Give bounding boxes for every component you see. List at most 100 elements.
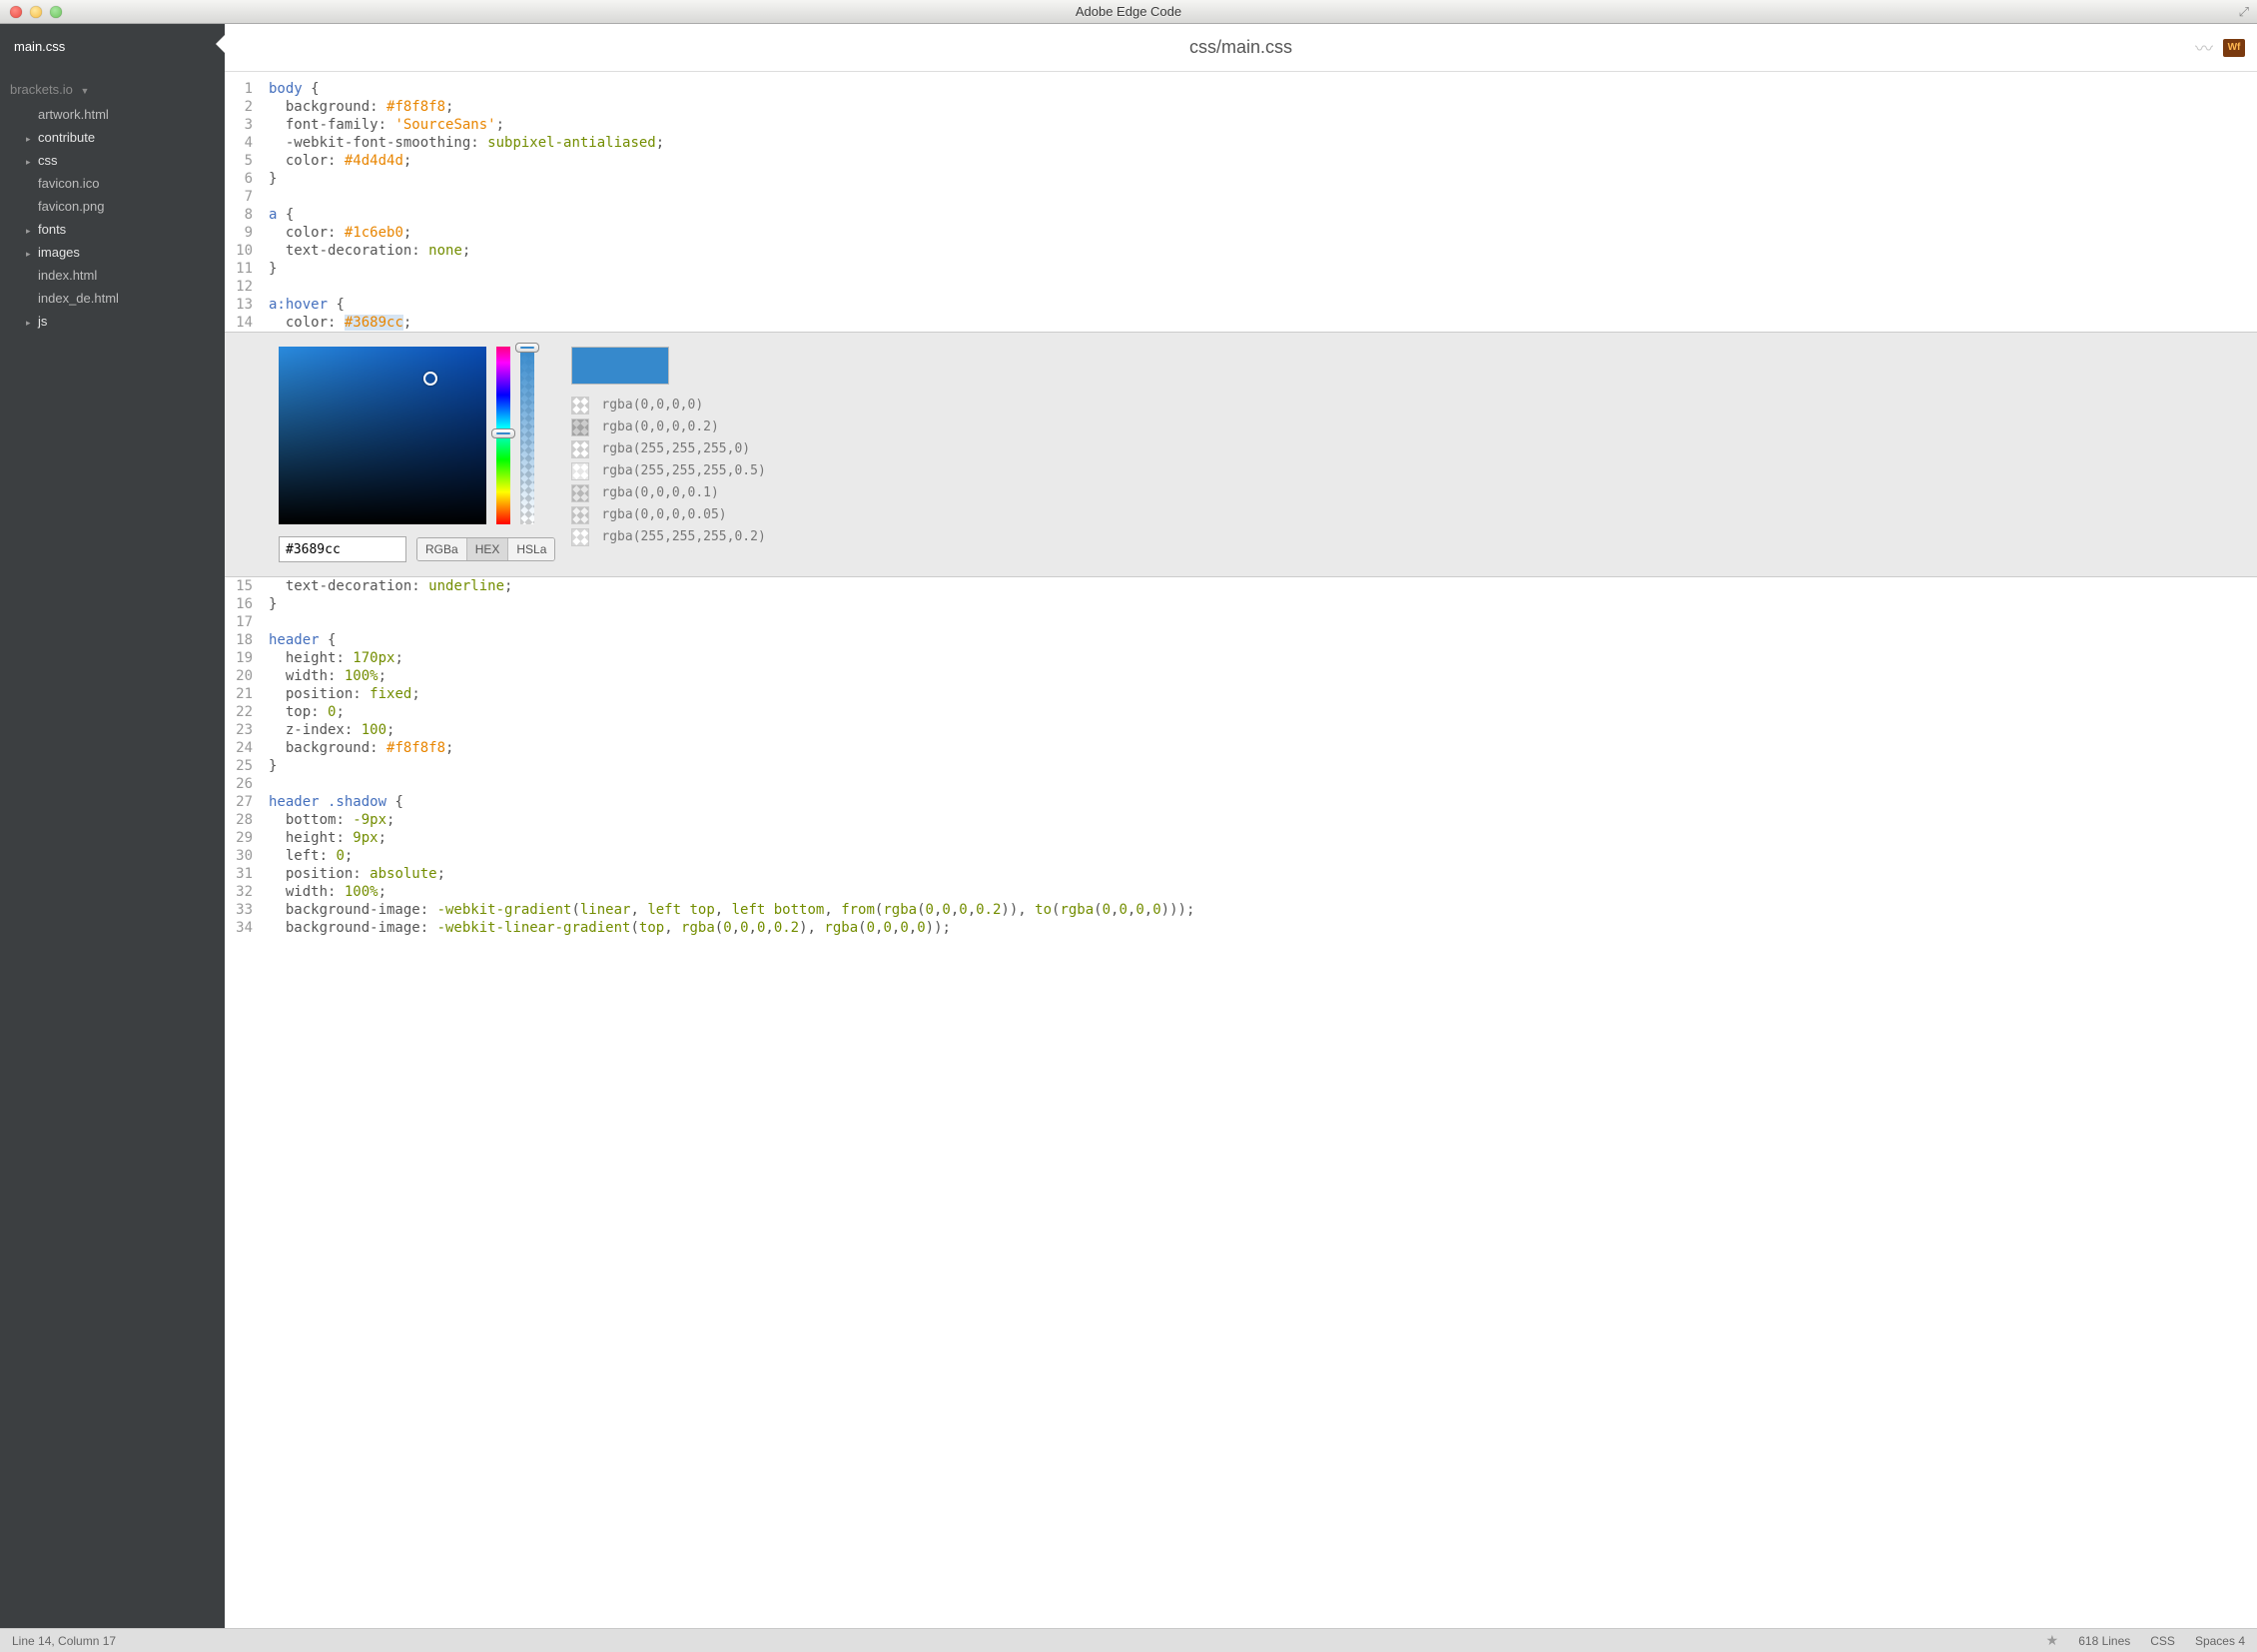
recent-color-item[interactable]: rgba(255,255,255,0.2)	[571, 528, 765, 546]
tree-file[interactable]: index.html	[0, 264, 225, 287]
code-line[interactable]: 32 width: 100%;	[225, 883, 2257, 901]
code-line[interactable]: 31 position: absolute;	[225, 865, 2257, 883]
code-line[interactable]: 15 text-decoration: underline;	[225, 577, 2257, 595]
project-root-label: brackets.io	[10, 82, 73, 97]
code-line[interactable]: 18header {	[225, 631, 2257, 649]
recent-color-item[interactable]: rgba(0,0,0,0.2)	[571, 418, 765, 436]
language-mode[interactable]: CSS	[2150, 1634, 2175, 1648]
editor-filepath: css/main.css	[1189, 37, 1292, 58]
code-line[interactable]: 24 background: #f8f8f8;	[225, 739, 2257, 757]
favorite-icon[interactable]: ★	[2046, 1632, 2059, 1649]
mode-hex-button[interactable]: HEX	[466, 538, 508, 560]
code-line[interactable]: 1body {	[225, 80, 2257, 98]
code-line[interactable]: 14 color: #3689cc;	[225, 314, 2257, 332]
mode-rgba-button[interactable]: RGBa	[417, 538, 466, 560]
chevron-right-icon: ▸	[26, 226, 38, 237]
code-line[interactable]: 29 height: 9px;	[225, 829, 2257, 847]
saturation-picker[interactable]	[279, 347, 486, 524]
chevron-right-icon: ▸	[26, 134, 38, 145]
code-line[interactable]: 5 color: #4d4d4d;	[225, 152, 2257, 170]
code-line[interactable]: 33 background-image: -webkit-gradient(li…	[225, 901, 2257, 919]
webfont-badge[interactable]: Wf	[2223, 39, 2245, 57]
tree-folder[interactable]: ▸fonts	[0, 218, 225, 241]
color-swatch-icon	[571, 440, 589, 458]
tree-item-label: index.html	[38, 268, 97, 283]
code-line[interactable]: 21 position: fixed;	[225, 685, 2257, 703]
code-line[interactable]: 30 left: 0;	[225, 847, 2257, 865]
working-file-tab[interactable]: main.css	[0, 24, 225, 64]
code-editor[interactable]: 1body {2 background: #f8f8f8;3 font-fami…	[225, 72, 2257, 1628]
tree-folder[interactable]: ▸contribute	[0, 126, 225, 149]
code-line[interactable]: 3 font-family: 'SourceSans';	[225, 116, 2257, 134]
code-line[interactable]: 28 bottom: -9px;	[225, 811, 2257, 829]
code-text	[265, 188, 269, 206]
code-line[interactable]: 16}	[225, 595, 2257, 613]
code-line[interactable]: 10 text-decoration: none;	[225, 242, 2257, 260]
tree-folder[interactable]: ▸images	[0, 241, 225, 264]
picker-handle-icon[interactable]	[423, 372, 437, 386]
recent-color-item[interactable]: rgba(0,0,0,0)	[571, 397, 765, 414]
code-text: }	[265, 757, 277, 775]
line-number: 9	[225, 224, 265, 242]
tree-item-label: images	[38, 245, 80, 260]
code-line[interactable]: 4 -webkit-font-smoothing: subpixel-antia…	[225, 134, 2257, 152]
code-text	[265, 278, 269, 296]
alpha-slider[interactable]	[520, 347, 534, 524]
tree-file[interactable]: artwork.html	[0, 103, 225, 126]
code-line[interactable]: 12	[225, 278, 2257, 296]
line-number: 29	[225, 829, 265, 847]
code-line[interactable]: 7	[225, 188, 2257, 206]
tree-file[interactable]: favicon.ico	[0, 172, 225, 195]
sidebar: main.css brackets.io ▼ artwork.html ▸cont…	[0, 24, 225, 1628]
alpha-thumb-icon[interactable]	[515, 343, 539, 353]
code-line[interactable]: 8a {	[225, 206, 2257, 224]
editor-titlebar: css/main.css 〰 Wf	[225, 24, 2257, 72]
code-line[interactable]: 19 height: 170px;	[225, 649, 2257, 667]
code-text: font-family: 'SourceSans';	[265, 116, 504, 134]
tree-file[interactable]: index_de.html	[0, 287, 225, 310]
color-value-input[interactable]	[279, 536, 406, 562]
code-text: top: 0;	[265, 703, 345, 721]
code-line[interactable]: 13a:hover {	[225, 296, 2257, 314]
code-line[interactable]: 6}	[225, 170, 2257, 188]
hue-thumb-icon[interactable]	[491, 428, 515, 438]
code-line[interactable]: 34 background-image: -webkit-linear-grad…	[225, 919, 2257, 937]
color-swatch-icon	[571, 397, 589, 414]
indent-mode[interactable]: Spaces 4	[2195, 1634, 2245, 1648]
code-line[interactable]: 17	[225, 613, 2257, 631]
line-number: 23	[225, 721, 265, 739]
line-number: 10	[225, 242, 265, 260]
code-line[interactable]: 9 color: #1c6eb0;	[225, 224, 2257, 242]
working-file-label: main.css	[14, 39, 65, 54]
tree-file[interactable]: favicon.png	[0, 195, 225, 218]
project-root[interactable]: brackets.io ▼	[0, 64, 225, 103]
code-line[interactable]: 27header .shadow {	[225, 793, 2257, 811]
code-line[interactable]: 20 width: 100%;	[225, 667, 2257, 685]
recent-color-item[interactable]: rgba(255,255,255,0.5)	[571, 462, 765, 480]
line-number: 13	[225, 296, 265, 314]
hue-slider[interactable]	[496, 347, 510, 524]
tree-folder[interactable]: ▸js	[0, 310, 225, 333]
tree-item-label: index_de.html	[38, 291, 119, 306]
code-line[interactable]: 26	[225, 775, 2257, 793]
code-line[interactable]: 2 background: #f8f8f8;	[225, 98, 2257, 116]
cursor-position[interactable]: Line 14, Column 17	[12, 1634, 116, 1648]
code-text: height: 9px;	[265, 829, 386, 847]
line-number: 27	[225, 793, 265, 811]
code-line[interactable]: 25}	[225, 757, 2257, 775]
live-preview-icon[interactable]: 〰	[2195, 35, 2213, 61]
code-text: a {	[265, 206, 294, 224]
recent-color-item[interactable]: rgba(255,255,255,0)	[571, 440, 765, 458]
line-number: 19	[225, 649, 265, 667]
code-line[interactable]: 22 top: 0;	[225, 703, 2257, 721]
mode-hsla-button[interactable]: HSLa	[507, 538, 554, 560]
code-line[interactable]: 11}	[225, 260, 2257, 278]
recent-color-item[interactable]: rgba(0,0,0,0.05)	[571, 506, 765, 524]
tree-item-label: artwork.html	[38, 107, 109, 122]
code-line[interactable]: 23 z-index: 100;	[225, 721, 2257, 739]
recent-color-item[interactable]: rgba(0,0,0,0.1)	[571, 484, 765, 502]
chevron-right-icon: ▸	[26, 318, 38, 329]
code-text: header .shadow {	[265, 793, 403, 811]
code-text: position: fixed;	[265, 685, 420, 703]
tree-folder[interactable]: ▸css	[0, 149, 225, 172]
